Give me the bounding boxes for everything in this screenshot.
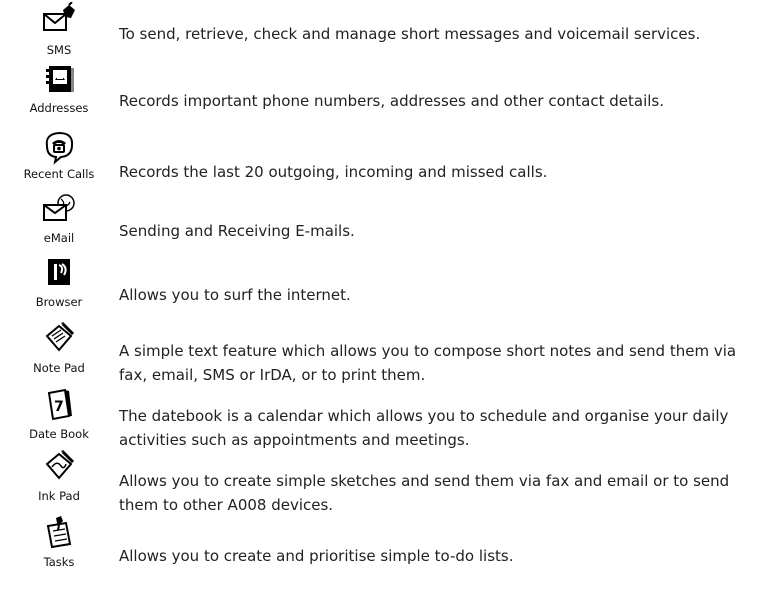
address-book-icon (46, 66, 74, 92)
recent-calls-label: Recent Calls (23, 167, 95, 181)
tasks-description: Allows you to create and prioritise simp… (119, 547, 514, 565)
tasks-icon (46, 516, 72, 549)
tasks-label: Tasks (43, 555, 75, 569)
note-pad-description: A simple text feature which allows you t… (119, 342, 737, 384)
browser-label: Browser (35, 295, 83, 309)
date-book-label: Date Book (29, 427, 89, 441)
email-description: Sending and Receiving E-mails. (119, 222, 355, 240)
date-book-description: The datebook is a calendar which allows … (119, 407, 729, 449)
browser-description: Allows you to surf the internet. (119, 286, 351, 304)
sms-envelope-icon (43, 2, 75, 31)
recent-calls-phone-icon (45, 131, 74, 165)
email-label: eMail (43, 231, 75, 245)
note-pad-label: Note Pad (33, 361, 85, 375)
svg-text:7: 7 (54, 399, 64, 415)
browser-icon (48, 259, 70, 285)
ink-pad-label: Ink Pad (38, 489, 80, 503)
app-list-page: { "items": [ {"label": "SMS", "icon": "s… (0, 0, 769, 601)
addresses-description: Records important phone numbers, address… (119, 92, 664, 110)
note-pad-icon (45, 322, 75, 352)
sms-description: To send, retrieve, check and manage shor… (119, 25, 701, 43)
ink-pad-icon (45, 450, 75, 480)
email-envelope-globe-icon (43, 194, 75, 221)
date-book-icon: 7 (47, 388, 72, 421)
addresses-label: Addresses (29, 101, 89, 115)
recent-calls-description: Records the last 20 outgoing, incoming a… (119, 163, 548, 181)
sms-label: SMS (46, 43, 72, 57)
ink-pad-description: Allows you to create simple sketches and… (119, 472, 730, 514)
